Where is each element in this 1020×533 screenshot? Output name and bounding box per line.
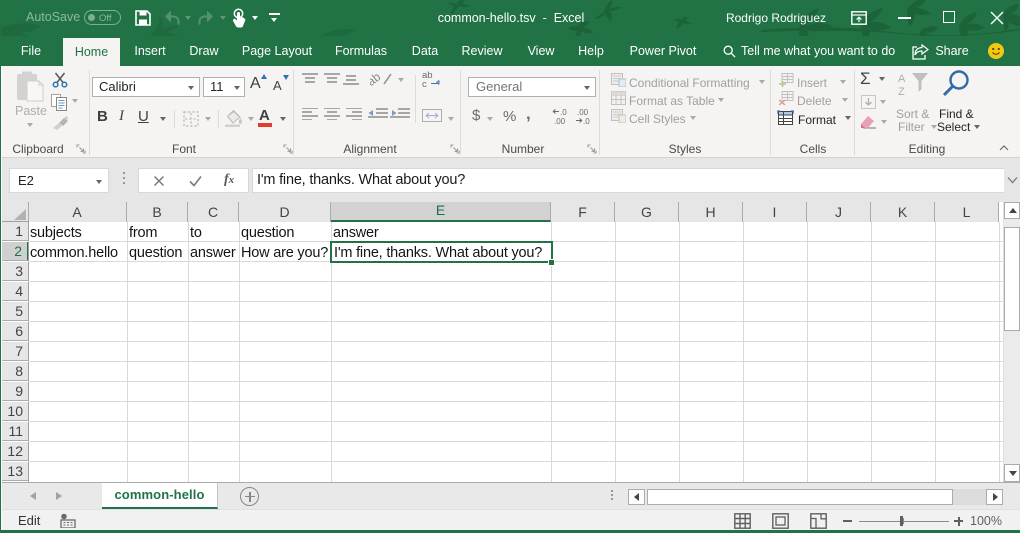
svg-text:Z: Z xyxy=(898,86,905,98)
svg-text:ab: ab xyxy=(370,71,383,87)
svg-text:c: c xyxy=(422,79,427,88)
svg-text:.00: .00 xyxy=(554,117,566,125)
svg-text:A: A xyxy=(898,73,906,85)
svg-text:.0: .0 xyxy=(583,117,590,125)
svg-text:.00: .00 xyxy=(577,108,589,117)
svg-text:.0: .0 xyxy=(560,108,567,117)
